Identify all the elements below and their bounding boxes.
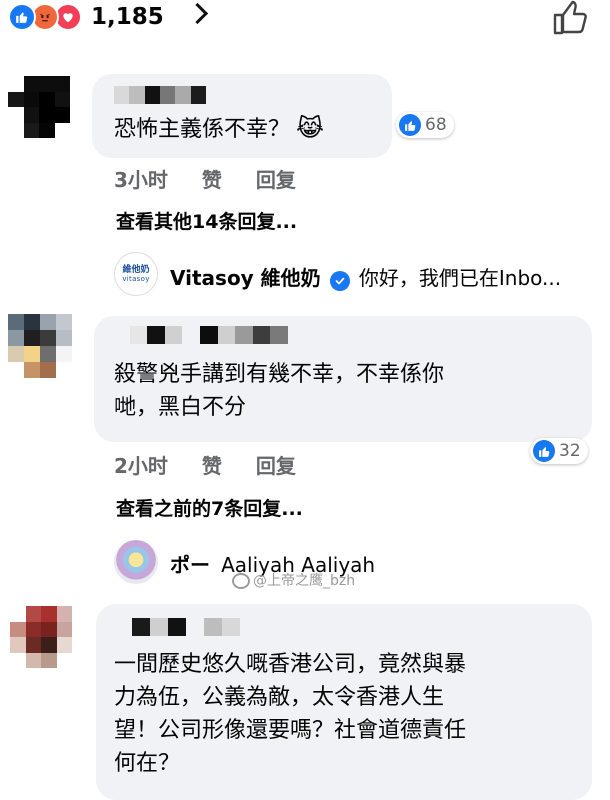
like-reaction-icon: [8, 3, 36, 31]
like-link[interactable]: 赞: [202, 454, 222, 478]
verified-badge-icon: [329, 270, 350, 291]
reply-preview[interactable]: Vitasoy 維他奶 你好，我們已在Inbo...: [170, 262, 561, 291]
laughing-cat-emoji: 😹: [296, 114, 325, 142]
reply-author: ポー: [170, 553, 210, 577]
reply-avatar[interactable]: [114, 540, 158, 584]
view-more-replies[interactable]: 查看之前的7条回复...: [116, 494, 303, 521]
comment-meta: 3小时 赞 回复: [114, 164, 330, 193]
chevron-right-icon[interactable]: [186, 2, 209, 25]
like-link[interactable]: 赞: [202, 168, 222, 192]
reaction-summary[interactable]: 1,185: [8, 0, 164, 34]
view-more-replies[interactable]: 查看其他14条回复...: [116, 207, 297, 234]
comment-time: 3小时: [114, 168, 168, 192]
reply-snippet: 你好，我們已在Inbo...: [358, 266, 562, 290]
avatar[interactable]: [8, 76, 70, 138]
comment-like-count[interactable]: 32: [530, 438, 588, 464]
comment-text: 恐怖主義係不幸？ 😹: [114, 114, 325, 142]
like-badge-icon: [399, 114, 421, 136]
redacted-username: [114, 86, 206, 104]
vitasoy-avatar[interactable]: 維他奶 vitasoy: [114, 252, 158, 296]
watermark: @上帝之鹰_bzh: [232, 570, 355, 590]
reaction-count: 1,185: [91, 4, 164, 30]
comment-meta: 2小时 赞 回复: [114, 450, 330, 479]
avatar[interactable]: [8, 314, 72, 378]
redacted-username: [114, 618, 240, 636]
like-badge-icon: [533, 440, 555, 462]
weibo-icon: [232, 573, 250, 589]
avatar[interactable]: [10, 606, 72, 668]
redacted-username: [112, 326, 288, 344]
comment-text: 一間歷史悠久嘅香港公司，竟然與暴 力為伍，公義為敵，太令香港人生 望！公司形像還…: [114, 652, 467, 776]
comment-like-count[interactable]: 68: [396, 112, 454, 138]
comment-time: 2小时: [114, 454, 168, 478]
reply-author: Vitasoy 維他奶: [170, 266, 321, 290]
thumbs-up-outline-icon[interactable]: [552, 0, 590, 40]
comment-text: 殺警兇手講到有幾不幸，不幸係你 哋，黑白不分: [114, 362, 445, 420]
reply-link[interactable]: 回复: [256, 454, 296, 478]
reply-link[interactable]: 回复: [256, 168, 296, 192]
